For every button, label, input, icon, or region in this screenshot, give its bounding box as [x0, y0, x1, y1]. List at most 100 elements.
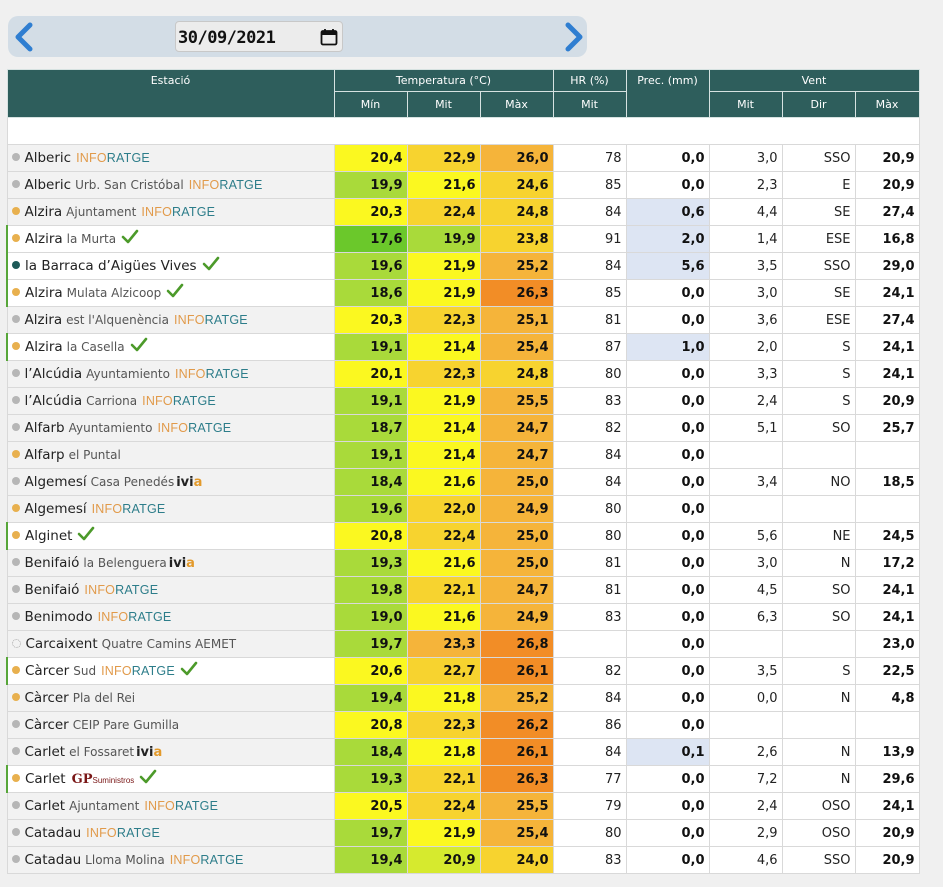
station-cell[interactable]: Alzira la Casella — [6, 333, 335, 361]
header-precipitation[interactable]: Prec. (mm) — [625, 69, 710, 118]
station-row[interactable]: Benifaió la Belenguera ivia 19,3 21,6 25,0 81 0… — [6, 549, 920, 577]
station-cell[interactable]: Algemesí INFORATGE — [6, 495, 335, 523]
station-cell[interactable]: Alzira la Murta — [6, 225, 335, 253]
station-row[interactable]: Alzira est l'Alquenència INFORATGE 20,3 22,3… — [6, 306, 920, 334]
station-row[interactable]: Algemesí Casa Penedés ivia 18,4 21,6 25,0 84 0,… — [6, 468, 920, 496]
station-cell[interactable]: Alfarp el Puntal — [6, 441, 335, 469]
station-row[interactable]: Alfarb Ayuntamiento INFORATGE 18,7 21,4 24,7 8… — [6, 414, 920, 442]
station-cell[interactable]: Benifaió la Belenguera ivia — [6, 549, 335, 577]
temp-mit-cell: 22,3 — [406, 306, 481, 334]
header-station[interactable]: Estació — [6, 69, 335, 118]
station-cell[interactable]: Carlet el Fossaret ivia — [6, 738, 335, 766]
precipitation-cell: 0,0 — [625, 576, 710, 604]
wind-mit-cell — [708, 441, 783, 469]
station-row[interactable]: Alginet 20,8 22,4 25,0 80 0,0 5,6 NE 24,5 — [6, 522, 920, 550]
station-row[interactable]: Alzira Mulata Alzicoop 18,6 21,9 26,3 85 0,0 3,… — [6, 279, 920, 307]
station-location: Ajuntament — [69, 799, 140, 813]
wind-max-cell: 24,1 — [854, 792, 920, 820]
header-wind-mit[interactable]: Mit — [708, 91, 783, 118]
station-row[interactable]: Alberic INFORATGE 20,4 22,9 26,0 78 0,0 3,0 SSO 2… — [6, 144, 920, 172]
station-name: Algemesí — [24, 474, 87, 490]
precipitation-cell: 5,6 — [625, 252, 710, 280]
temp-max-cell: 26,8 — [479, 630, 554, 658]
next-day-button[interactable] — [560, 20, 588, 54]
humidity-cell: 83 — [552, 603, 627, 631]
station-cell[interactable]: Benifaió INFORATGE — [6, 576, 335, 604]
temp-min-cell: 18,6 — [333, 279, 408, 307]
station-row[interactable]: Alberic Urb. San Cristóbal INFORATGE 19,9 21… — [6, 171, 920, 199]
station-row[interactable]: Alzira la Murta 17,6 19,9 23,8 91 2,0 1,4 ESE 16,… — [6, 225, 920, 253]
station-row[interactable]: Catadau INFORATGE 19,7 21,9 25,4 80 0,0 2,9 OSO 2… — [6, 819, 920, 847]
station-cell[interactable]: Carcaixent Quatre Camins AEMET — [6, 630, 335, 658]
station-row[interactable]: Alzira Ajuntament INFORATGE 20,3 22,4 24,8 84 0… — [6, 198, 920, 226]
temp-max-cell: 25,4 — [479, 819, 554, 847]
station-row[interactable]: Càrcer Pla del Rei 19,4 21,8 25,2 84 0,0 0,0 N 4,… — [6, 684, 920, 712]
station-cell[interactable]: Alberic Urb. San Cristóbal INFORATGE — [6, 171, 335, 199]
header-temp-max[interactable]: Màx — [479, 91, 554, 118]
station-cell[interactable]: la Barraca d’Aigües Vives — [6, 252, 335, 280]
header-humidity: HR (%) — [552, 69, 627, 92]
station-name: Catadau — [24, 825, 82, 841]
station-row[interactable]: Catadau Lloma Molina INFORATGE 19,4 20,9 24,0… — [6, 846, 920, 874]
temp-mit-cell: 21,8 — [406, 684, 481, 712]
station-cell[interactable]: Catadau Lloma Molina INFORATGE — [6, 846, 335, 874]
header-wind-max[interactable]: Màx — [854, 91, 920, 118]
station-row[interactable]: l’Alcúdia Ayuntamiento INFORATGE 20,1 22,3 24… — [6, 360, 920, 388]
station-row[interactable]: l’Alcúdia Carriona INFORATGE 19,1 21,9 25,5 83… — [6, 387, 920, 415]
temp-mit-cell: 22,1 — [406, 576, 481, 604]
wind-mit-cell: 3,4 — [708, 468, 783, 496]
station-cell[interactable]: Càrcer Pla del Rei — [6, 684, 335, 712]
wind-dir-cell: SO — [781, 414, 856, 442]
gp-logo-part: GP — [71, 772, 93, 787]
header-hr-mit[interactable]: Mit — [552, 91, 627, 118]
station-row[interactable]: la Barraca d’Aigües Vives 19,6 21,9 25,2 84 5… — [6, 252, 920, 280]
station-cell[interactable]: Alberic INFORATGE — [6, 144, 335, 172]
station-cell[interactable]: Carlet Ajuntament INFORATGE — [6, 792, 335, 820]
header-temp-mit[interactable]: Mit — [406, 91, 481, 118]
station-row[interactable]: Benifaió INFORATGE 19,8 22,1 24,7 81 0,0 4,5 SO 2… — [6, 576, 920, 604]
precipitation-cell: 0,0 — [625, 468, 710, 496]
ivia-logo-part: ivi — [176, 475, 194, 490]
station-cell[interactable]: Algemesí Casa Penedés ivia — [6, 468, 335, 496]
humidity-cell: 80 — [552, 819, 627, 847]
station-row[interactable]: Càrcer Sud INFORATGE 20,6 22,7 26,1 82 0,0 3,5 S 2… — [6, 657, 920, 685]
station-row[interactable]: Algemesí INFORATGE 19,6 22,0 24,9 80 0,0 — [6, 495, 920, 523]
precipitation-cell: 0,0 — [625, 306, 710, 334]
station-cell[interactable]: l’Alcúdia Carriona INFORATGE — [6, 387, 335, 415]
status-dot — [11, 638, 21, 648]
header-temp-min[interactable]: Mín — [333, 91, 408, 118]
station-cell[interactable]: Alginet — [6, 522, 335, 550]
station-row[interactable]: Carlet Ajuntament INFORATGE 20,5 22,4 25,5 79 0… — [6, 792, 920, 820]
station-row[interactable]: Càrcer CEIP Pare Gumilla 20,8 22,3 26,2 86 0,0 — [6, 711, 920, 739]
wind-mit-cell — [708, 711, 783, 739]
station-cell[interactable]: Alzira Mulata Alzicoop — [6, 279, 335, 307]
station-row[interactable]: Carcaixent Quatre Camins AEMET 19,7 23,3 26,… — [6, 630, 920, 658]
precipitation-cell: 0,0 — [625, 171, 710, 199]
station-location: Lloma Molina — [85, 853, 165, 867]
station-cell[interactable]: Carlet GPSuministros — [6, 765, 335, 793]
inforatge-logo: INFORATGE — [92, 502, 166, 516]
humidity-cell: 84 — [552, 198, 627, 226]
station-cell[interactable]: Alfarb Ayuntamiento INFORATGE — [6, 414, 335, 442]
temp-max-cell: 25,0 — [479, 468, 554, 496]
previous-day-button[interactable] — [10, 20, 38, 54]
station-cell[interactable]: l’Alcúdia Ayuntamiento INFORATGE — [6, 360, 335, 388]
station-cell[interactable]: Alzira est l'Alquenència INFORATGE — [6, 306, 335, 334]
station-row[interactable]: Carlet el Fossaret ivia 18,4 21,8 26,1 84 0,1 2,… — [6, 738, 920, 766]
header-wind-dir[interactable]: Dir — [781, 91, 856, 118]
station-cell[interactable]: Càrcer CEIP Pare Gumilla — [6, 711, 335, 739]
station-row[interactable]: Carlet GPSuministros 19,3 22,1 26,3 77 0,0 7,2 N… — [6, 765, 920, 793]
wind-dir-cell: SO — [781, 576, 856, 604]
date-input[interactable]: 30/09/2021 — [175, 21, 343, 52]
temp-mit-cell: 22,4 — [406, 198, 481, 226]
station-cell[interactable]: Alzira Ajuntament INFORATGE — [6, 198, 335, 226]
station-cell[interactable]: Càrcer Sud INFORATGE — [6, 657, 335, 685]
station-row[interactable]: Alfarp el Puntal 19,1 21,4 24,7 84 0,0 — [6, 441, 920, 469]
station-row[interactable]: Benimodo INFORATGE 19,0 21,6 24,9 83 0,0 6,3 SO 2… — [6, 603, 920, 631]
temp-max-cell: 24,9 — [479, 495, 554, 523]
station-cell[interactable]: Benimodo INFORATGE — [6, 603, 335, 631]
station-cell[interactable]: Catadau INFORATGE — [6, 819, 335, 847]
inforatge-logo-part: INFO — [97, 610, 129, 624]
station-row[interactable]: Alzira la Casella 19,1 21,4 25,4 87 1,0 2,0 S 24,… — [6, 333, 920, 361]
calendar-icon[interactable] — [320, 28, 338, 46]
